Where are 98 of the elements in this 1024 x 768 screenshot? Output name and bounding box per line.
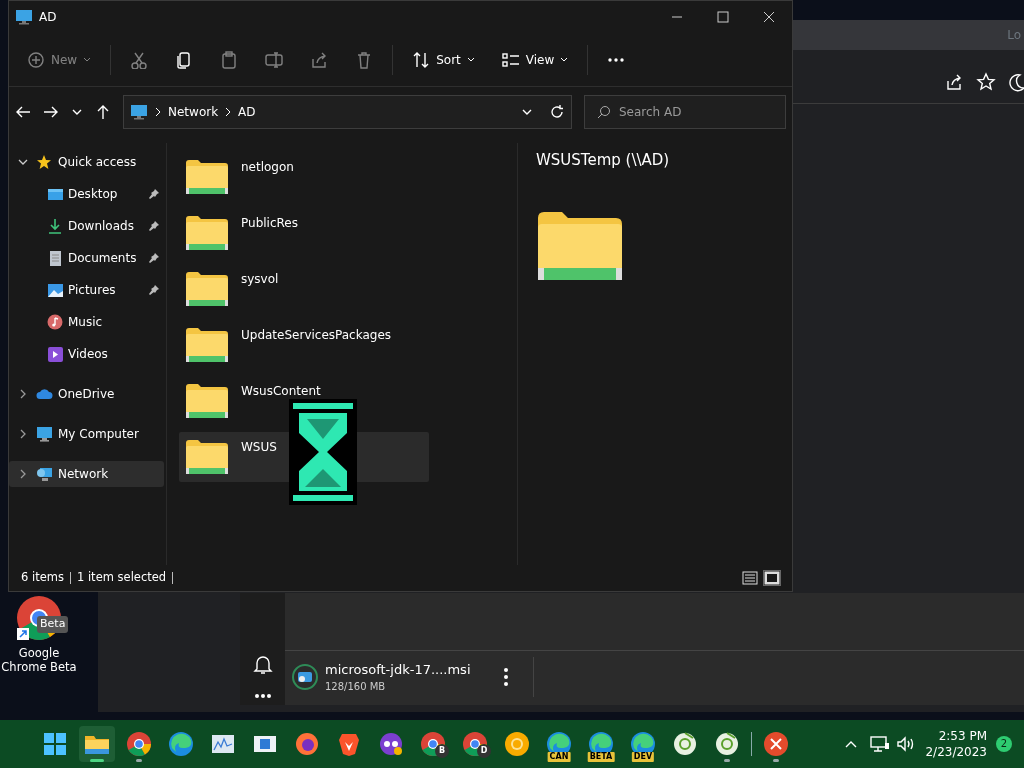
sort-button[interactable]: Sort: [400, 46, 487, 73]
document-icon: [47, 249, 64, 267]
refresh-icon[interactable]: [549, 104, 565, 120]
folder-icon: [185, 383, 229, 419]
taskbar-button[interactable]: CAN: [541, 726, 577, 762]
details-view-icon[interactable]: [742, 571, 758, 585]
taskbar-button[interactable]: BETA: [583, 726, 619, 762]
rename-icon: [265, 50, 284, 69]
folder-item[interactable]: UpdateServicesPackages: [179, 320, 429, 370]
clock[interactable]: 2:53 PM 2/23/2023: [922, 728, 990, 760]
busy-cursor-icon: [289, 399, 357, 505]
chevron-right-icon: [154, 107, 162, 117]
download-filename[interactable]: microsoft-jdk-17....msi: [325, 659, 471, 680]
installer-icon: [291, 663, 319, 691]
item-count: 6 items: [21, 569, 64, 587]
more-icon[interactable]: [252, 693, 273, 699]
desktop-icon-label[interactable]: Google Chrome Beta: [0, 646, 78, 674]
network-icon: [36, 465, 53, 483]
taskbar-button[interactable]: D: [457, 726, 493, 762]
sidebar-item[interactable]: Desktop: [9, 181, 164, 207]
sidebar-item[interactable]: OneDrive: [9, 381, 164, 407]
folder-item[interactable]: netlogon: [179, 152, 429, 202]
star-icon[interactable]: [976, 71, 996, 92]
folder-icon: [185, 271, 229, 307]
kebab-menu-icon[interactable]: [502, 667, 509, 687]
folder-icon: [185, 159, 229, 195]
large-icons-view-icon[interactable]: [764, 571, 780, 585]
windows-logo-icon: [41, 730, 69, 758]
sidebar-item[interactable]: Documents: [9, 245, 164, 271]
moon-icon[interactable]: [1008, 71, 1024, 92]
caret-icon: [466, 56, 475, 63]
sidebar-item[interactable]: Videos: [9, 341, 164, 367]
music-icon: [47, 313, 64, 331]
chevron-right-icon: [224, 107, 233, 117]
taskbar-button[interactable]: [79, 726, 115, 762]
breadcrumb-item[interactable]: Network: [168, 103, 219, 121]
folder-item[interactable]: PublicRes: [179, 208, 429, 258]
sidebar-item[interactable]: My Computer: [9, 421, 164, 447]
chevron-right-icon[interactable]: [18, 429, 28, 439]
address-bar[interactable]: Network AD: [123, 95, 572, 129]
folder-item[interactable]: WsusContent: [179, 376, 429, 426]
monitor-icon: [36, 425, 53, 443]
caret-icon: [83, 56, 92, 63]
taskbar-button[interactable]: B: [415, 726, 451, 762]
folder-item[interactable]: sysvol: [179, 264, 429, 314]
folder-icon: [185, 439, 229, 475]
disc-icon: [671, 730, 699, 758]
folder-icon: [185, 327, 229, 363]
sidebar-item[interactable]: Pictures: [9, 277, 164, 303]
sidebar-item[interactable]: Quick access: [9, 149, 164, 175]
mask-icon: [377, 730, 405, 758]
star-icon: [36, 153, 53, 171]
running-indicator: [136, 759, 142, 762]
share-icon: [310, 50, 329, 69]
sort-icon: [412, 50, 431, 69]
running-indicator: [724, 759, 730, 762]
selection-count: 1 item selected: [76, 569, 167, 587]
folder-icon: [185, 215, 229, 251]
badge-label: Beta: [37, 616, 69, 633]
running-indicator: [773, 759, 779, 762]
chevron-down-icon[interactable]: [18, 157, 28, 167]
clipboard-icon: [220, 50, 239, 69]
close-icon: [762, 730, 790, 758]
sidebar-item[interactable]: Music: [9, 309, 164, 335]
monitor-icon: [130, 104, 148, 120]
chevron-right-icon[interactable]: [18, 469, 28, 479]
picture-icon: [47, 281, 64, 299]
network-icon[interactable]: [870, 735, 891, 753]
search-icon: [597, 105, 611, 119]
up-icon[interactable]: [95, 104, 111, 120]
forward-icon[interactable]: [43, 104, 59, 120]
firefox-icon: [293, 730, 321, 758]
preview-title: WSUSTemp (\\AD): [536, 150, 671, 171]
back-icon[interactable]: [15, 104, 31, 120]
breadcrumb-item[interactable]: AD: [238, 103, 256, 121]
edge-icon: [167, 730, 195, 758]
view-icon: [501, 50, 520, 69]
caret-icon: [560, 56, 569, 63]
video-icon: [47, 345, 64, 363]
sidebar-item[interactable]: Network: [9, 461, 164, 487]
bell-icon[interactable]: [252, 653, 273, 675]
notification-badge[interactable]: 2: [996, 736, 1012, 752]
view-button[interactable]: View: [489, 46, 581, 73]
plus-icon: [27, 50, 45, 69]
window-title: AD: [39, 9, 58, 26]
chrome-icon: [125, 730, 153, 758]
ellipsis-icon: [607, 57, 626, 62]
sidebar-item[interactable]: Downloads: [9, 213, 164, 239]
chevron-right-icon[interactable]: [18, 389, 28, 399]
scissors-icon: [130, 50, 149, 69]
search-field[interactable]: Search AD: [617, 98, 773, 126]
taskbar-button[interactable]: DEV: [625, 726, 661, 762]
download-icon: [47, 217, 64, 235]
chrome-icon: [503, 730, 531, 758]
disc-icon: [713, 730, 741, 758]
monitor-icon: [15, 9, 33, 25]
running-indicator: [90, 759, 104, 762]
search-box[interactable]: Search AD: [584, 95, 786, 129]
